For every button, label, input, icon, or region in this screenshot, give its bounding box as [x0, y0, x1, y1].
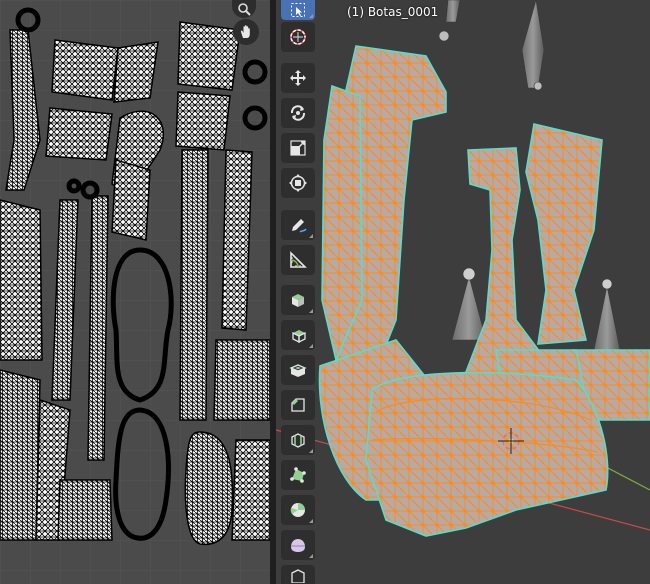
extrude-icon	[292, 330, 306, 344]
object-info-label: (1) Botas_0001	[347, 5, 439, 19]
cube-add-icon	[292, 294, 304, 307]
uv-island	[213, 339, 270, 421]
uv-island	[87, 195, 109, 461]
uv-island	[221, 149, 253, 331]
scale-tool[interactable]	[281, 133, 315, 163]
uv-island	[179, 149, 209, 421]
3d-cursor-icon	[290, 29, 306, 45]
uv-island	[45, 107, 113, 161]
rotate-icon	[290, 105, 306, 121]
hand-icon[interactable]	[233, 19, 259, 45]
smooth-icon	[291, 539, 305, 552]
pencil-icon	[292, 219, 307, 233]
uv-island	[231, 439, 270, 541]
cursor-arrow-icon	[291, 3, 305, 17]
uv-canvas[interactable]	[0, 0, 270, 584]
viewport-canvas[interactable]	[276, 0, 650, 584]
uv-island	[57, 479, 113, 541]
smooth-tool[interactable]	[281, 530, 315, 560]
uv-island	[184, 431, 234, 546]
measure-tool[interactable]	[281, 245, 315, 275]
spin-tool[interactable]	[281, 495, 315, 525]
uv-island	[177, 21, 241, 91]
uv-island	[0, 369, 41, 541]
loop-cut-icon	[291, 433, 305, 448]
cursor-tool[interactable]	[281, 22, 315, 52]
move-tool[interactable]	[281, 63, 315, 93]
add-cube-tool[interactable]	[281, 285, 315, 315]
3d-viewport[interactable]	[276, 0, 650, 584]
select-box-tool[interactable]	[281, 0, 315, 20]
annotate-tool[interactable]	[281, 210, 315, 240]
poly-build-icon	[290, 467, 306, 483]
inset-icon	[289, 364, 307, 377]
loop-cut-tool[interactable]	[281, 425, 315, 455]
bevel-tool[interactable]	[281, 390, 315, 420]
scale-icon	[290, 140, 306, 156]
inset-faces-tool[interactable]	[281, 355, 315, 385]
transform-tool[interactable]	[281, 168, 315, 198]
edge-slide-tool[interactable]	[281, 565, 315, 584]
uv-island	[111, 159, 151, 241]
edge-slide-icon	[291, 568, 305, 583]
ruler-icon	[290, 251, 307, 268]
uv-island	[0, 199, 43, 361]
uv-island	[51, 39, 119, 101]
poly-build-tool[interactable]	[281, 460, 315, 490]
rotate-tool[interactable]	[281, 98, 315, 128]
tool-shelf	[281, 0, 317, 584]
uv-island	[175, 91, 231, 151]
bevel-icon	[291, 398, 305, 412]
spin-icon	[290, 503, 305, 517]
transform-icon	[289, 174, 307, 192]
uv-editor[interactable]	[0, 0, 270, 584]
uv-island	[113, 41, 159, 103]
extrude-region-tool[interactable]	[281, 320, 315, 350]
move-arrows-icon	[290, 70, 306, 86]
